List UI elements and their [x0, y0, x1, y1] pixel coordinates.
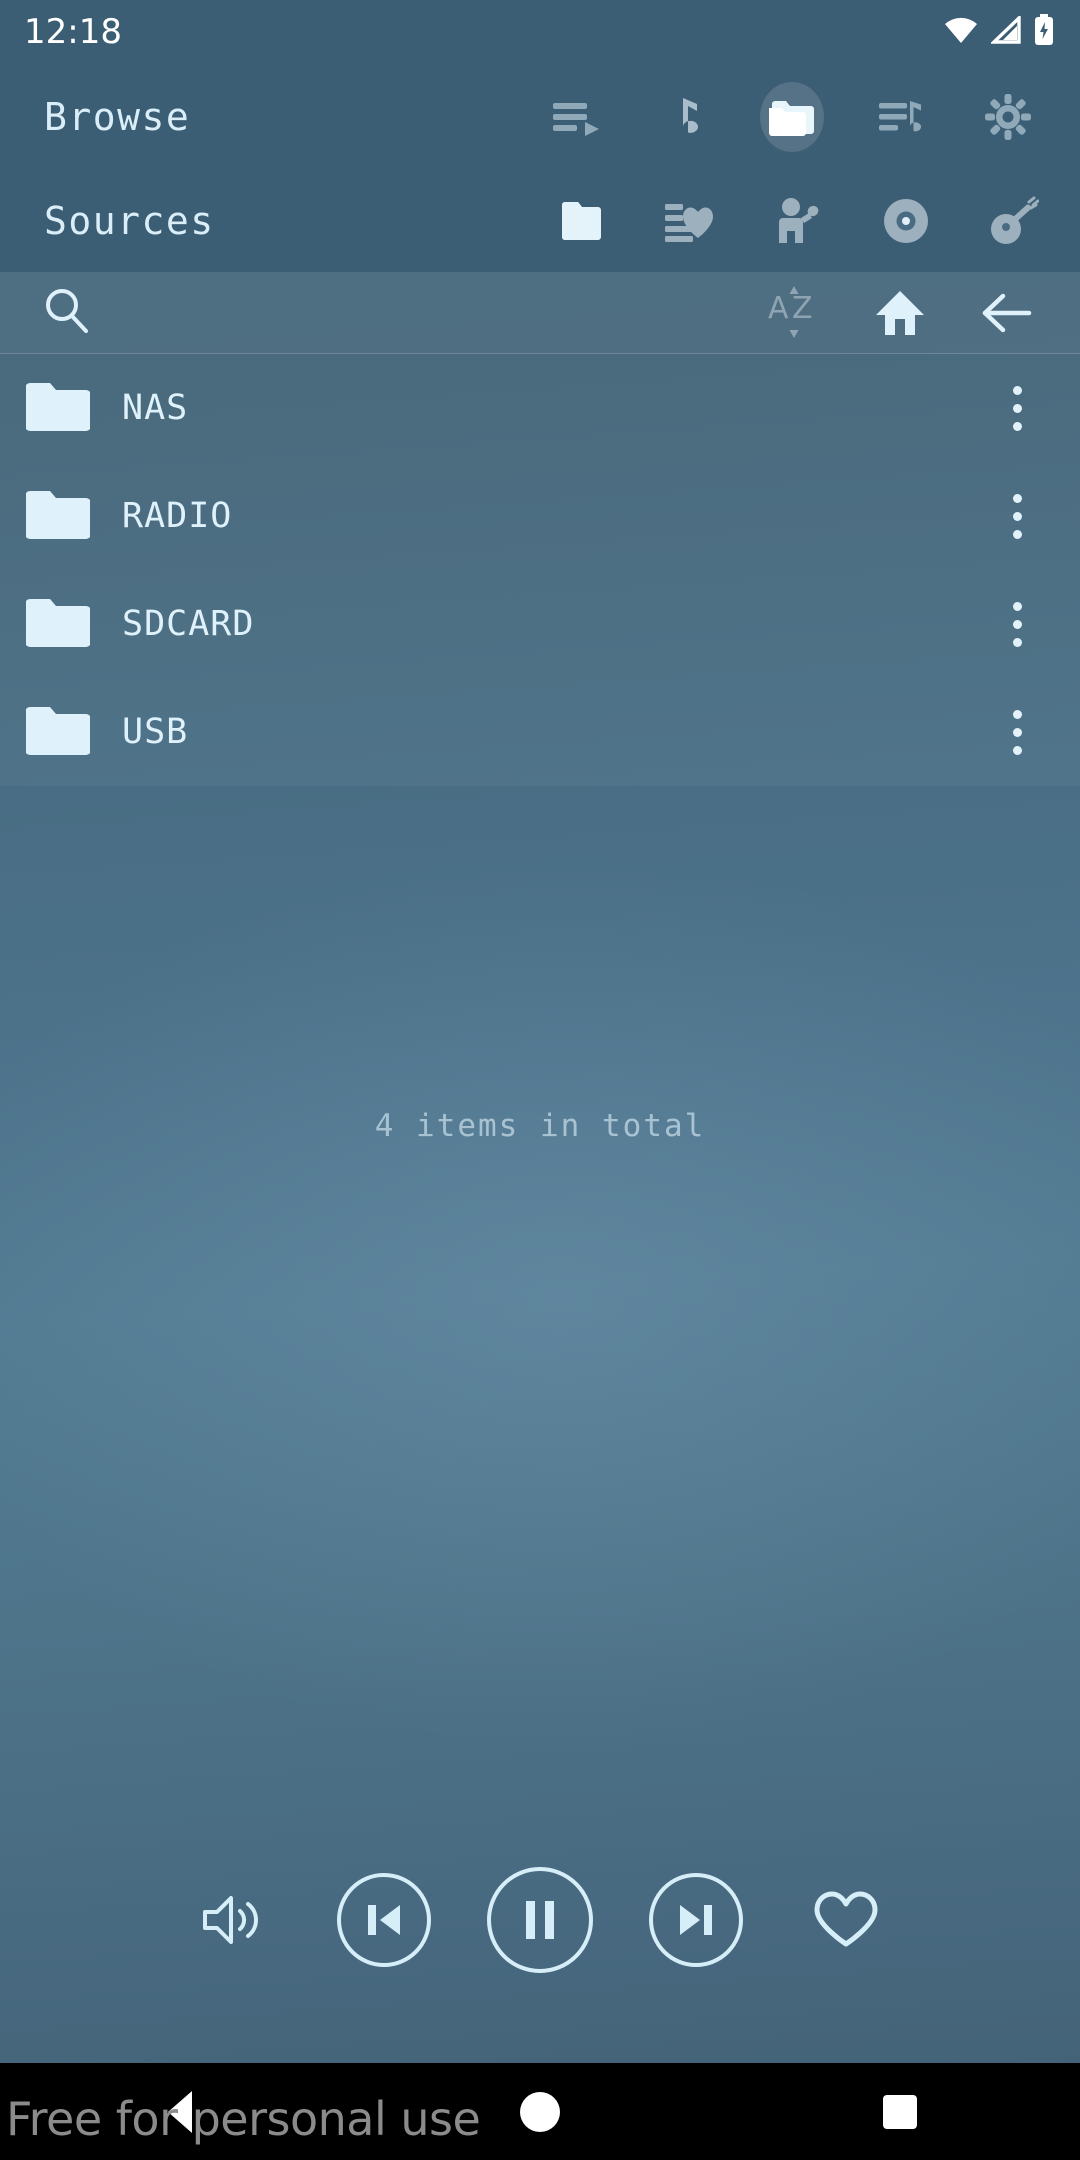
- overflow-menu-icon[interactable]: [984, 370, 1050, 446]
- folder-icon: [25, 595, 91, 653]
- sort-az-icon[interactable]: A Z: [754, 273, 834, 353]
- home-icon[interactable]: [860, 273, 940, 353]
- volume-icon[interactable]: [187, 1873, 281, 1967]
- battery-charging-icon: [1034, 14, 1054, 50]
- list-item-label: RADIO: [122, 496, 233, 536]
- folder-list: NAS RADIO SDCARD USB: [0, 354, 1080, 786]
- cellular-signal-icon: [989, 14, 1021, 48]
- folder-icon[interactable]: [752, 77, 832, 157]
- nav-recents-icon: [883, 2094, 917, 2129]
- sources-toolbar: [542, 181, 1080, 261]
- svg-text:A: A: [768, 291, 789, 326]
- overflow-menu-icon[interactable]: [984, 586, 1050, 662]
- list-item[interactable]: USB: [0, 678, 1080, 786]
- search-input[interactable]: [42, 286, 92, 340]
- list-item[interactable]: RADIO: [0, 462, 1080, 570]
- list-item[interactable]: SDCARD: [0, 570, 1080, 678]
- folder-icon: [25, 703, 91, 761]
- pause-button[interactable]: [487, 1867, 593, 1973]
- previous-track-button[interactable]: [337, 1873, 431, 1967]
- status-icons: [944, 14, 1054, 50]
- list-item[interactable]: NAS: [0, 354, 1080, 462]
- folder-icon: [25, 487, 91, 545]
- heart-icon: [814, 1891, 878, 1947]
- folder-icon[interactable]: [542, 181, 622, 261]
- overflow-menu-icon[interactable]: [984, 478, 1050, 554]
- sources-header: Sources: [0, 170, 1080, 272]
- next-track-button[interactable]: [649, 1873, 743, 1967]
- overflow-menu-icon[interactable]: [984, 694, 1050, 770]
- list-item-label: USB: [122, 712, 189, 752]
- genre-guitar-icon[interactable]: [974, 181, 1054, 261]
- search-icon[interactable]: [42, 286, 92, 340]
- playlist-icon[interactable]: [860, 77, 940, 157]
- search-toolbar: A Z: [0, 272, 1080, 354]
- browse-toolbar: [536, 77, 1080, 157]
- favorite-button[interactable]: [799, 1873, 893, 1967]
- list-item-label: NAS: [122, 388, 189, 428]
- status-clock: 12:18: [24, 12, 122, 52]
- toolbar-actions: A Z: [754, 273, 1080, 353]
- watermark-text: Free for personal use: [6, 2092, 481, 2146]
- music-note-icon[interactable]: [644, 77, 724, 157]
- wifi-icon: [944, 16, 978, 48]
- item-count-label: 4 items in total: [374, 1108, 706, 1144]
- player-controls: [0, 1850, 1080, 1990]
- favorites-list-icon[interactable]: [650, 181, 730, 261]
- nav-recents-button[interactable]: [840, 2063, 960, 2160]
- app-root: 12:18 Browse Sources A Z NAS RADIO SDCAR…: [0, 0, 1080, 2063]
- pause-icon: [526, 1901, 554, 1939]
- album-disc-icon[interactable]: [866, 181, 946, 261]
- gear-icon[interactable]: [968, 77, 1048, 157]
- queue-play-icon[interactable]: [536, 77, 616, 157]
- nav-home-button[interactable]: [480, 2063, 600, 2160]
- previous-track-icon: [368, 1905, 400, 1935]
- folder-icon: [25, 379, 91, 437]
- back-arrow-icon[interactable]: [966, 273, 1046, 353]
- status-bar: 12:18: [0, 0, 1080, 64]
- nav-home-icon: [520, 2091, 560, 2132]
- page-title: Browse: [44, 95, 191, 139]
- browse-header: Browse: [0, 64, 1080, 170]
- svg-text:Z: Z: [792, 291, 813, 326]
- artist-icon[interactable]: [758, 181, 838, 261]
- list-item-label: SDCARD: [122, 604, 255, 644]
- next-track-icon: [680, 1905, 712, 1935]
- sources-title: Sources: [44, 199, 215, 243]
